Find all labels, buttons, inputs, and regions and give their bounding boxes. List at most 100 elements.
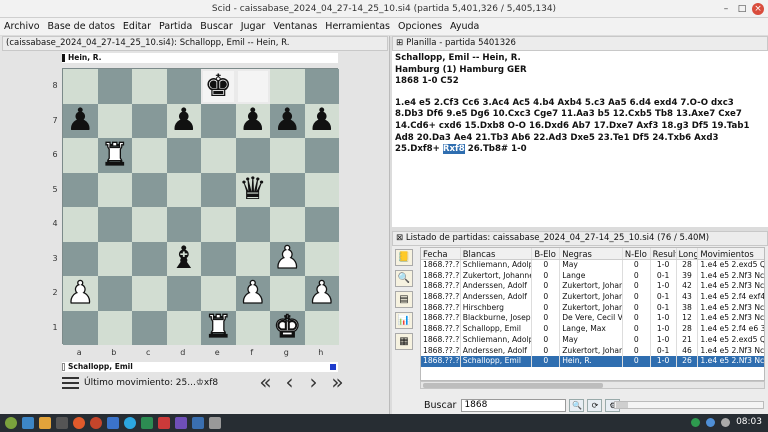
white-pawn-icon[interactable]: ♟ xyxy=(307,277,336,309)
square-a7[interactable]: ♟ xyxy=(63,103,98,138)
square-c6[interactable] xyxy=(132,138,167,173)
black-pawn-icon[interactable]: ♟ xyxy=(239,105,267,136)
square-h2[interactable]: ♟ xyxy=(304,276,339,311)
square-e3[interactable] xyxy=(201,241,236,276)
tray-volume-icon[interactable] xyxy=(721,417,731,427)
menu-item-6[interactable]: Ventanas xyxy=(273,21,317,32)
menu-item-1[interactable]: Base de datos xyxy=(48,21,115,32)
square-h7[interactable]: ♟ xyxy=(304,103,339,138)
square-f4[interactable] xyxy=(235,207,270,242)
square-a3[interactable] xyxy=(63,241,98,276)
column-header[interactable]: Negras xyxy=(560,248,623,259)
tray-network-icon[interactable] xyxy=(706,417,716,427)
next-move-icon[interactable]: › xyxy=(304,372,323,392)
search-input[interactable] xyxy=(461,398,567,412)
square-c2[interactable] xyxy=(132,276,167,311)
column-header[interactable]: B-Elo xyxy=(532,248,561,259)
menu-item-7[interactable]: Herramientas xyxy=(325,21,390,32)
black-pawn-icon[interactable]: ♟ xyxy=(170,105,198,136)
pgn-moves[interactable]: 1.e4 e5 2.Cf3 Cc6 3.Ac4 Ac5 4.b4 Axb4 5.… xyxy=(395,98,765,156)
square-a1[interactable] xyxy=(63,310,98,345)
maximize-icon[interactable]: □ xyxy=(736,3,748,15)
column-header[interactable]: N-Elo xyxy=(623,248,651,259)
black-queen-icon[interactable]: ♛ xyxy=(239,174,267,205)
square-h8[interactable] xyxy=(304,69,339,104)
column-header[interactable]: Long xyxy=(677,248,699,259)
square-b4[interactable] xyxy=(97,207,132,242)
square-d7[interactable]: ♟ xyxy=(166,103,201,138)
white-pawn-icon[interactable]: ♟ xyxy=(66,277,95,309)
square-e6[interactable] xyxy=(201,138,236,173)
square-a8[interactable] xyxy=(63,69,98,104)
menu-item-5[interactable]: Jugar xyxy=(241,21,266,32)
square-h6[interactable] xyxy=(304,138,339,173)
white-rook-icon[interactable]: ♜ xyxy=(204,311,233,343)
square-d2[interactable] xyxy=(166,276,201,311)
layout-icon[interactable]: ▤ xyxy=(395,291,413,308)
filter-search-icon[interactable]: 🔍 xyxy=(395,270,413,287)
sheet-icon[interactable] xyxy=(141,417,153,429)
telegram-icon[interactable] xyxy=(124,417,136,429)
square-e7[interactable] xyxy=(201,103,236,138)
book-icon[interactable]: 📒 xyxy=(395,249,413,266)
chess-board[interactable]: ♚ ♟ ♟ ♟ ♟ ♟ ♜ ♛ ♝ ♟ ♟ ♟ ♟ ♜ ♚ xyxy=(62,68,339,345)
square-e8[interactable]: ♚ xyxy=(201,69,236,104)
white-pawn-icon[interactable]: ♟ xyxy=(238,277,267,309)
white-king-icon[interactable]: ♚ xyxy=(273,311,302,343)
square-f8[interactable] xyxy=(235,69,270,104)
menu-hamburger-icon[interactable] xyxy=(62,377,79,389)
square-b3[interactable] xyxy=(97,241,132,276)
table-row[interactable]: 1868.??.?? Schallopp, Emil 0 Lange, Max 0 1-0… xyxy=(421,324,764,335)
close-icon[interactable]: × xyxy=(752,3,764,15)
menu-item-3[interactable]: Partida xyxy=(159,21,192,32)
square-a6[interactable] xyxy=(63,138,98,173)
square-d3[interactable]: ♝ xyxy=(166,241,201,276)
doc-icon[interactable] xyxy=(107,417,119,429)
square-g5[interactable] xyxy=(270,172,305,207)
files-icon[interactable] xyxy=(22,417,34,429)
column-header[interactable]: Movimientos xyxy=(698,248,764,259)
table-row[interactable]: 1868.??.?? Schallopp, Emil 0 Hein, R. 0 1-0 26… xyxy=(421,356,764,367)
table-row[interactable]: 1868.??.?? Anderssen, Adolf 0 Zukertort, Jo… xyxy=(421,345,764,357)
menu-item-8[interactable]: Opciones xyxy=(398,21,442,32)
square-f7[interactable]: ♟ xyxy=(235,103,270,138)
column-header[interactable]: Blancas xyxy=(461,248,533,259)
table-row[interactable]: 1868.??.?? Anderssen, Adolf 0 Zukertort, Jo… xyxy=(421,292,764,303)
square-h5[interactable] xyxy=(304,172,339,207)
scid-icon[interactable] xyxy=(192,417,204,429)
tray-update-icon[interactable] xyxy=(691,417,701,427)
square-e1[interactable]: ♜ xyxy=(201,310,236,345)
square-a2[interactable]: ♟ xyxy=(63,276,98,311)
square-c1[interactable] xyxy=(132,310,167,345)
square-a5[interactable] xyxy=(63,172,98,207)
square-g4[interactable] xyxy=(270,207,305,242)
black-king-icon[interactable]: ♚ xyxy=(204,70,232,102)
minimize-icon[interactable]: – xyxy=(720,3,732,15)
square-e2[interactable] xyxy=(201,276,236,311)
prev-move-icon[interactable]: ‹ xyxy=(280,372,299,392)
square-f3[interactable] xyxy=(235,241,270,276)
table-row[interactable]: 1868.??.?? Schliemann, Adolph 0 May 0 1-0 28 1.… xyxy=(421,260,764,271)
square-h4[interactable] xyxy=(304,207,339,242)
start-menu-icon[interactable] xyxy=(5,417,17,429)
table-row[interactable]: 1868.??.?? Zukertort, Johannes 0 Lange 0 0-1 3… xyxy=(421,270,764,282)
square-e5[interactable] xyxy=(201,172,236,207)
square-b6[interactable]: ♜ xyxy=(97,138,132,173)
column-header[interactable]: Fecha xyxy=(421,248,461,259)
square-d8[interactable] xyxy=(166,69,201,104)
app-icon[interactable] xyxy=(175,417,187,429)
table-row[interactable]: 1868.??.?? Schliemann, Adolph 0 May 0 1-0 21 1.… xyxy=(421,334,764,346)
black-bishop-icon[interactable]: ♝ xyxy=(170,243,198,274)
last-move-icon[interactable]: » xyxy=(328,372,347,392)
square-d5[interactable] xyxy=(166,172,201,207)
square-d1[interactable] xyxy=(166,310,201,345)
current-move[interactable]: Rxf8 xyxy=(442,144,465,155)
firefox-icon[interactable] xyxy=(90,417,102,429)
gamelist-pin-icon[interactable]: ⊠ xyxy=(396,233,403,243)
square-c8[interactable] xyxy=(132,69,167,104)
square-f5[interactable]: ♛ xyxy=(235,172,270,207)
square-c3[interactable] xyxy=(132,241,167,276)
square-b8[interactable] xyxy=(97,69,132,104)
square-g6[interactable] xyxy=(270,138,305,173)
gamelist-slider[interactable] xyxy=(614,401,764,409)
